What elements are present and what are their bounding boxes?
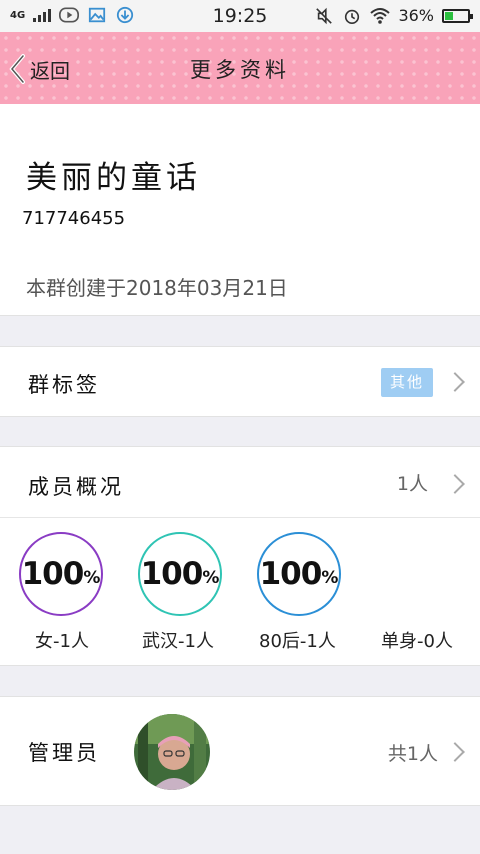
stat-label-single: 单身-0人 xyxy=(381,631,453,652)
battery-icon xyxy=(442,8,473,23)
stat-ring: 100% xyxy=(138,532,222,616)
stat-value: 100 xyxy=(140,556,204,592)
group-id: 717746455 xyxy=(22,208,126,229)
group-name: 美丽的童话 xyxy=(26,160,201,196)
stat-value: 100 xyxy=(21,556,85,592)
status-bar-right: 36% xyxy=(314,6,473,25)
stat-label-gender: 女-1人 xyxy=(35,631,89,652)
chevron-right-icon xyxy=(445,474,465,494)
stat-ring: 100% xyxy=(19,532,103,616)
admin-row[interactable]: 管理员 共1人 xyxy=(0,696,480,806)
group-tag-badge: 其他 xyxy=(381,368,433,397)
group-tags-row[interactable]: 群标签 其他 xyxy=(0,346,480,417)
chevron-right-icon xyxy=(445,742,465,762)
stat-unit: % xyxy=(83,568,101,588)
member-overview-card[interactable]: 成员概况 1人 100% 100% 100% 女-1人 武汉-1人 80后-1人… xyxy=(0,446,480,666)
stat-label-age: 80后-1人 xyxy=(259,631,336,652)
member-count: 1人 xyxy=(396,473,428,495)
member-overview-label: 成员概况 xyxy=(28,475,124,499)
group-created-date: 本群创建于2018年03月21日 xyxy=(26,276,288,300)
stat-ring: 100% xyxy=(257,532,341,616)
group-info-card: 美丽的童话 717746455 本群创建于2018年03月21日 xyxy=(0,104,480,316)
avatar[interactable] xyxy=(134,714,210,790)
nav-bar: 返回 更多资料 xyxy=(0,32,480,104)
battery-percent: 36% xyxy=(398,6,434,25)
divider xyxy=(0,517,480,518)
page-title: 更多资料 xyxy=(190,58,290,82)
stat-age: 100% xyxy=(257,532,341,616)
chevron-right-icon xyxy=(445,372,465,392)
admin-count: 共1人 xyxy=(387,743,438,765)
admin-label: 管理员 xyxy=(28,741,100,765)
stat-location: 100% xyxy=(138,532,222,616)
group-tags-label: 群标签 xyxy=(28,373,100,397)
alarm-icon xyxy=(345,9,360,24)
stat-unit: % xyxy=(321,568,339,588)
battery-level xyxy=(445,11,453,20)
status-bar: 4G 19:25 36% xyxy=(0,0,480,32)
wifi-icon xyxy=(370,7,391,24)
stat-unit: % xyxy=(202,568,220,588)
mute-icon xyxy=(316,7,333,24)
stat-gender: 100% xyxy=(19,532,103,616)
stat-value: 100 xyxy=(259,556,323,592)
stat-label-location: 武汉-1人 xyxy=(142,631,214,652)
avatar-photo xyxy=(134,714,210,790)
